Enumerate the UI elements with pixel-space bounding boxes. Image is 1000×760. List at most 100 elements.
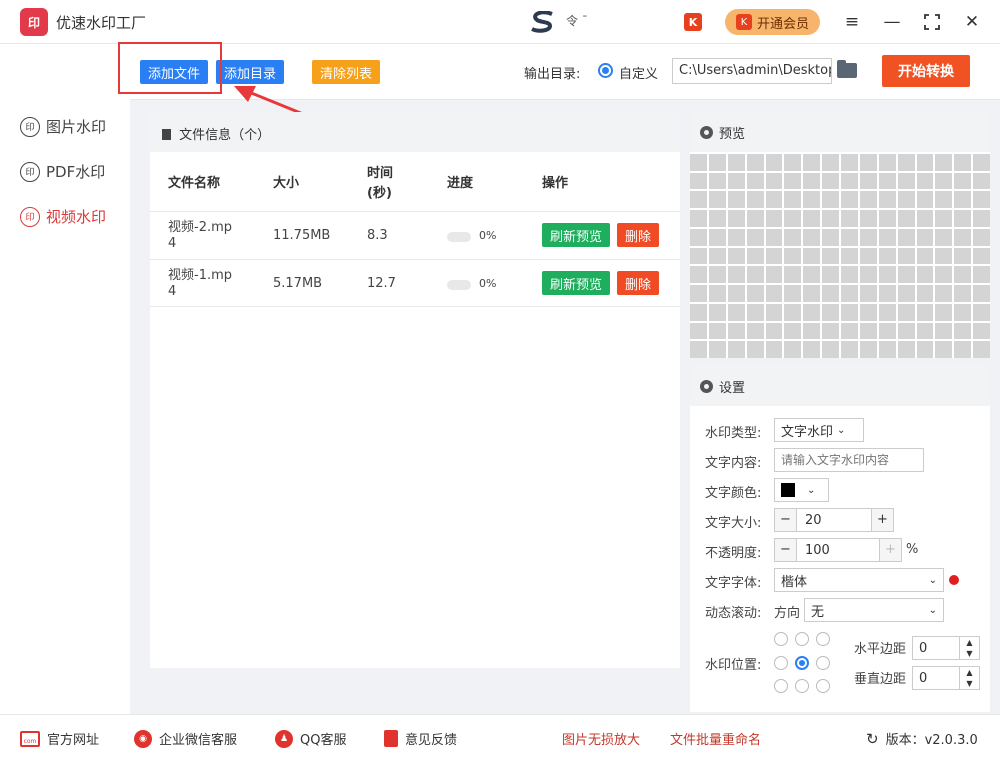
preview-cell — [859, 247, 877, 265]
spinner-icon[interactable]: ▲ ▼ — [959, 667, 979, 689]
position-bottom-left[interactable] — [774, 679, 788, 693]
preview-cell — [708, 341, 726, 358]
preview-cell — [746, 247, 764, 265]
k-logo-icon[interactable]: K — [684, 13, 702, 31]
preview-cell — [841, 191, 858, 209]
vertical-margin-input[interactable]: 0 ▲ ▼ — [912, 666, 980, 690]
qq-icon: ♟ — [275, 729, 293, 748]
plus-button[interactable]: + — [879, 539, 901, 561]
preview-cell — [935, 247, 953, 265]
footer-batch-rename-link[interactable]: 文件批量重命名 — [670, 729, 761, 748]
watermark-type-select[interactable]: 文字水印 ⌄ — [774, 418, 864, 442]
position-middle-left[interactable] — [774, 656, 788, 670]
preview-cell — [746, 172, 764, 190]
preview-cell — [803, 210, 821, 227]
brand-s-icon — [531, 11, 553, 33]
text-color-picker[interactable]: ⌄ — [774, 478, 829, 502]
preview-cell — [803, 228, 821, 246]
minus-button[interactable]: − — [775, 539, 797, 561]
preview-cell — [803, 285, 821, 302]
preview-cell — [784, 172, 802, 190]
delete-button[interactable]: 删除 — [617, 271, 660, 295]
table-row[interactable]: 视频-1.mp 4 5.17MB 12.7 0% 刷新预览 删除 — [150, 259, 680, 307]
progress-text: 0% — [479, 277, 497, 290]
position-top-left[interactable] — [774, 632, 788, 646]
preview-cell — [973, 154, 990, 171]
refresh-preview-button[interactable]: 刷新预览 — [542, 223, 611, 247]
position-center[interactable] — [795, 656, 809, 670]
preview-cell — [897, 341, 915, 358]
horizontal-margin-input[interactable]: 0 ▲ ▼ — [912, 636, 980, 660]
font-value: 楷体 — [781, 574, 808, 590]
minimize-icon[interactable]: — — [880, 10, 904, 34]
output-path-input[interactable]: C:\Users\admin\Desktop — [672, 58, 832, 84]
preview-cell — [841, 247, 858, 265]
preview-cell — [690, 210, 707, 227]
feedback-icon — [384, 730, 398, 747]
preview-cell — [784, 247, 802, 265]
preview-cell — [822, 341, 839, 358]
preview-cell — [690, 266, 707, 284]
opacity-value[interactable]: 100 — [797, 543, 879, 558]
preview-cell — [973, 322, 990, 340]
sidebar-item-pdf-watermark[interactable]: 印 PDF水印 — [20, 161, 105, 182]
position-bottom-right[interactable] — [816, 679, 830, 693]
scroll-direction-select[interactable]: 无 ⌄ — [804, 598, 944, 622]
preview-cell — [935, 228, 953, 246]
refresh-preview-button[interactable]: 刷新预览 — [542, 271, 611, 295]
sidebar-item-image-watermark[interactable]: 印 图片水印 — [20, 116, 106, 137]
table-row[interactable]: 视频-2.mp 4 11.75MB 8.3 0% 刷新预览 删除 — [150, 211, 680, 259]
file-duration: 8.3 — [367, 228, 388, 243]
delete-button[interactable]: 删除 — [617, 223, 660, 247]
plus-button[interactable]: + — [871, 509, 893, 531]
text-content-input[interactable] — [774, 448, 924, 472]
settings-title: 设置 — [719, 380, 746, 396]
position-middle-right[interactable] — [816, 656, 830, 670]
preview-cell — [897, 172, 915, 190]
opacity-stepper[interactable]: − 100 + — [774, 538, 902, 562]
text-size-stepper[interactable]: − 20 + — [774, 508, 894, 532]
preview-cell — [935, 322, 953, 340]
settings-panel: 设置 水印类型: 文字水印 ⌄ 文字内容: 文字颜色: ⌄ 文字大小: − 20… — [690, 366, 990, 712]
preview-cell — [859, 285, 877, 302]
minus-button[interactable]: − — [775, 509, 797, 531]
output-dir-label: 输出目录: — [524, 67, 581, 82]
vip-button[interactable]: K 开通会员 — [725, 9, 820, 35]
preview-cell — [841, 172, 858, 190]
preview-cell — [973, 266, 990, 284]
preview-cell — [973, 210, 990, 227]
footer-version[interactable]: ↻ 版本：v2.0.3.0 — [866, 729, 978, 749]
horizontal-margin-label: 水平边距 — [854, 642, 907, 657]
preview-cell — [708, 191, 726, 209]
position-top-right[interactable] — [816, 632, 830, 646]
position-top-center[interactable] — [795, 632, 809, 646]
preview-cell — [803, 154, 821, 171]
preview-cell — [822, 210, 839, 227]
spinner-icon[interactable]: ▲ ▼ — [959, 637, 979, 659]
preview-cell — [765, 154, 783, 171]
font-select[interactable]: 楷体 ⌄ — [774, 568, 944, 592]
footer-qq-service[interactable]: ♟ QQ客服 — [275, 729, 346, 748]
text-size-value[interactable]: 20 — [797, 513, 871, 528]
maximize-icon[interactable] — [920, 10, 944, 34]
sidebar-item-video-watermark[interactable]: 印 视频水印 — [20, 206, 106, 227]
footer-wechat-service[interactable]: ◉ 企业微信客服 — [134, 729, 237, 748]
app-title: 优速水印工厂 — [56, 14, 147, 32]
preview-cell — [916, 303, 934, 321]
preview-cell — [690, 228, 707, 246]
sidebar-item-label: PDF水印 — [46, 163, 106, 181]
preview-cell — [746, 210, 764, 227]
preview-cell — [841, 341, 858, 358]
position-bottom-center[interactable] — [795, 679, 809, 693]
footer-image-upscale-link[interactable]: 图片无损放大 — [562, 729, 640, 748]
menu-icon[interactable]: ≡ — [840, 10, 864, 34]
start-convert-button[interactable]: 开始转换 — [882, 55, 970, 87]
preview-cell — [803, 266, 821, 284]
close-icon[interactable]: ✕ — [960, 10, 984, 34]
preview-cell — [784, 303, 802, 321]
footer-feedback[interactable]: 意见反馈 — [384, 729, 457, 748]
custom-radio[interactable] — [598, 63, 613, 78]
footer-official-site[interactable]: com 官方网址 — [20, 729, 99, 748]
folder-icon[interactable] — [837, 60, 857, 78]
preview-cell — [822, 322, 839, 340]
